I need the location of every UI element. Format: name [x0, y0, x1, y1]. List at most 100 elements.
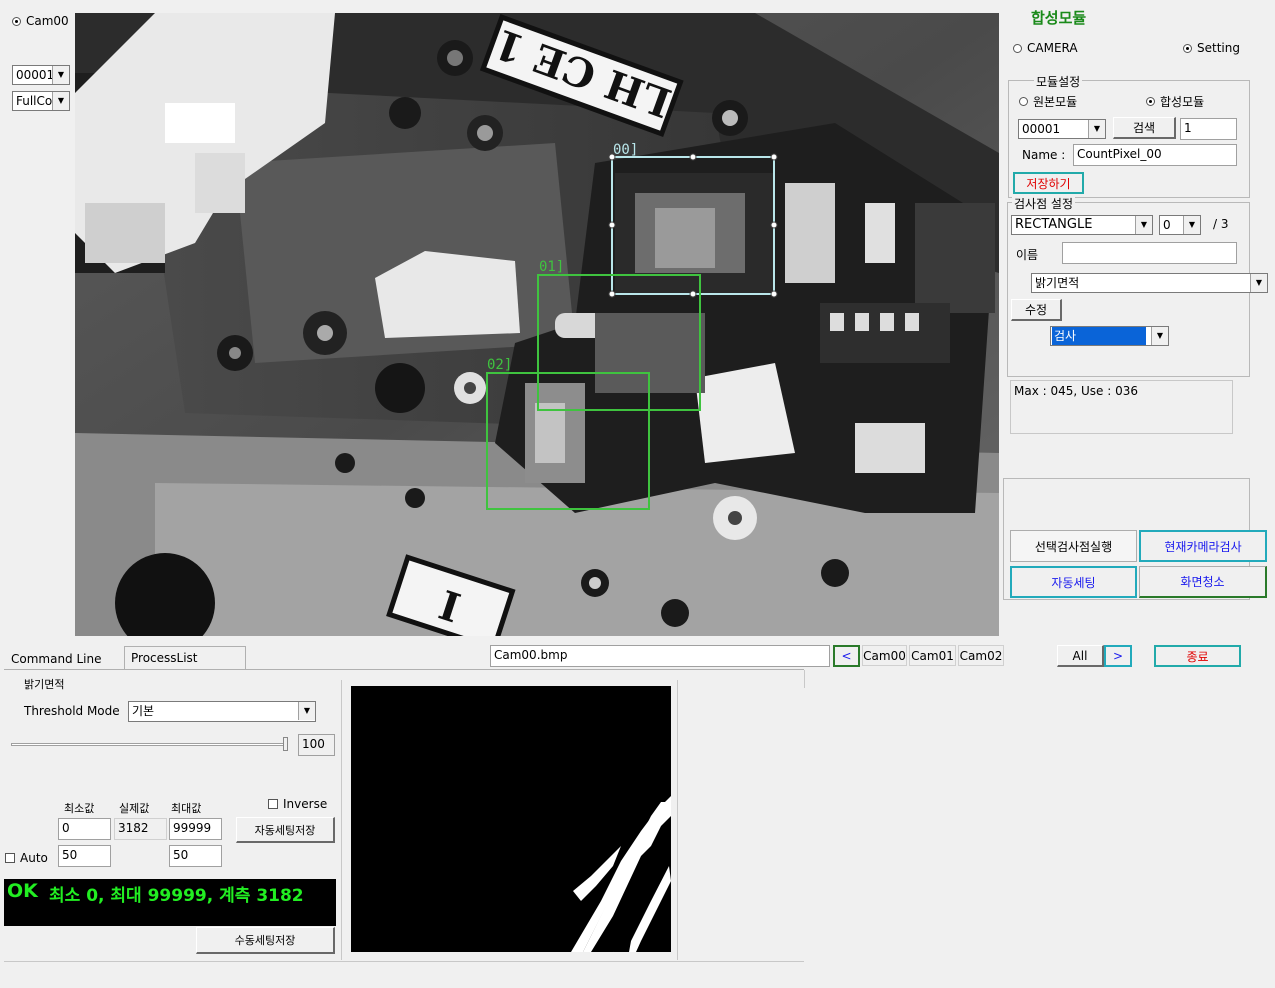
panel-divider — [677, 680, 678, 960]
min-label: 최소값 — [64, 802, 95, 815]
cam02-button[interactable]: Cam02 — [958, 645, 1004, 666]
composite-module-label: 합성모듈 — [1160, 95, 1205, 109]
mode-combo-left[interactable]: FullCo ▼ — [12, 91, 70, 111]
camera-mode-label: CAMERA — [1027, 41, 1078, 55]
original-module-radio[interactable]: 원본모듈 — [1019, 93, 1077, 110]
all-button[interactable]: All — [1057, 645, 1104, 667]
cam00-radio-label: Cam00 — [26, 14, 69, 28]
save-button[interactable]: 저장하기 — [1013, 172, 1084, 194]
inverse-checkbox[interactable]: Inverse — [268, 797, 327, 811]
file-name-field[interactable]: Cam00.bmp — [490, 645, 830, 667]
point-combo-value: 0 — [1163, 218, 1171, 232]
threshold-value-field[interactable]: 100 — [298, 734, 335, 756]
threshold-mode-label: Threshold Mode — [24, 704, 120, 718]
result-text: 최소 0, 최대 99999, 계측 3182 — [49, 886, 304, 906]
actual-value-field: 3182 — [114, 818, 167, 840]
max-label: 최대값 — [171, 802, 202, 815]
tab-process-list[interactable]: ProcessList — [124, 646, 246, 670]
camera-image: LH CE 1 I 00] 01] 02] — [75, 13, 999, 636]
module-index-value: 00001 — [1022, 122, 1061, 136]
binary-preview-image — [571, 796, 671, 952]
radio-dot — [1013, 43, 1022, 53]
setting-mode-radio[interactable]: Setting — [1183, 41, 1240, 55]
process-section-label: 밝기면적 — [24, 678, 65, 691]
run-current-camera-button[interactable]: 현재카메라검사 — [1139, 530, 1267, 562]
roi-label-01: 01] — [539, 259, 564, 275]
checkbox-box — [5, 853, 15, 863]
chevron-down-icon[interactable]: ▼ — [298, 702, 315, 720]
max-value-field[interactable]: 99999 — [169, 818, 222, 840]
lower-max-field[interactable]: 50 — [169, 845, 222, 867]
panel-title: 합성모듈 — [1031, 9, 1087, 27]
status-divider — [4, 961, 804, 962]
auto-label: Auto — [20, 851, 48, 865]
camera-mode-radio[interactable]: CAMERA — [1013, 41, 1078, 55]
algorithm-combo[interactable]: 밝기면적 ▼ — [1031, 273, 1268, 293]
prev-image-button[interactable]: < — [833, 645, 860, 667]
next-image-button[interactable]: > — [1104, 645, 1132, 667]
chevron-down-icon[interactable]: ▼ — [52, 66, 69, 84]
info-box: Max : 045, Use : 036 — [1010, 380, 1233, 434]
clear-screen-button[interactable]: 화면청소 — [1139, 566, 1267, 598]
threshold-mode-combo[interactable]: 기본 ▼ — [128, 701, 316, 722]
auto-setting-save-button[interactable]: 자동세팅저장 — [236, 817, 335, 843]
cam01-button[interactable]: Cam01 — [909, 645, 956, 666]
inspect-mode-combo[interactable]: 검사 ▼ — [1050, 326, 1169, 346]
threshold-slider-thumb[interactable] — [283, 737, 288, 751]
composite-module-radio[interactable]: 합성모듈 — [1146, 93, 1204, 110]
shape-combo-value: RECTANGLE — [1015, 217, 1093, 232]
panel-divider — [341, 680, 342, 960]
point-total: / 3 — [1213, 217, 1229, 231]
threshold-mode-value: 기본 — [132, 704, 155, 718]
auto-checkbox[interactable]: Auto — [5, 851, 48, 865]
run-selected-button[interactable]: 선택검사점실행 — [1010, 530, 1137, 562]
cam00-radio[interactable]: Cam00 — [12, 14, 69, 28]
inspect-mode-value: 검사 — [1052, 327, 1146, 345]
tab-command-line[interactable]: Command Line — [4, 648, 124, 670]
module-settings-legend: 모듈설정 — [1034, 73, 1083, 90]
result-ok: OK — [7, 880, 38, 902]
inspection-point-legend: 검사점 설정 — [1012, 195, 1076, 212]
radio-dot — [1146, 97, 1155, 106]
binary-preview — [351, 686, 671, 952]
status-divider — [804, 670, 805, 688]
camera-view[interactable]: LH CE 1 I 00] 01] 02] — [75, 13, 999, 636]
lower-min-field[interactable]: 50 — [58, 845, 111, 867]
edit-button[interactable]: 수정 — [1011, 299, 1062, 321]
chevron-down-icon[interactable]: ▼ — [1250, 274, 1267, 292]
radio-dot — [1183, 43, 1192, 53]
chevron-down-icon[interactable]: ▼ — [1088, 120, 1105, 138]
chevron-down-icon[interactable]: ▼ — [1183, 216, 1200, 234]
point-name-field[interactable] — [1062, 242, 1237, 264]
radio-dot — [1019, 97, 1028, 106]
actual-label: 실제값 — [119, 802, 150, 815]
search-button[interactable]: 검색 — [1113, 117, 1176, 139]
exit-button[interactable]: 종료 — [1154, 645, 1241, 667]
result-panel: OK 최소 0, 최대 99999, 계측 3182 — [4, 879, 336, 926]
count-field[interactable]: 1 — [1180, 118, 1237, 140]
radio-dot — [12, 16, 21, 26]
roi-label-02: 02] — [487, 357, 512, 373]
chevron-down-icon[interactable]: ▼ — [52, 92, 69, 110]
index-combo-value: 00001 — [16, 68, 55, 82]
index-combo[interactable]: 00001 ▼ — [12, 65, 70, 85]
checkbox-box — [268, 799, 278, 809]
chevron-down-icon[interactable]: ▼ — [1151, 327, 1168, 345]
shape-combo[interactable]: RECTANGLE ▼ — [1011, 215, 1153, 235]
original-module-label: 원본모듈 — [1033, 95, 1078, 109]
threshold-slider-track[interactable] — [11, 743, 285, 746]
chevron-down-icon[interactable]: ▼ — [1135, 216, 1152, 234]
tab-divider — [4, 669, 804, 670]
name-field[interactable]: CountPixel_00 — [1073, 144, 1237, 166]
inverse-label: Inverse — [283, 797, 328, 811]
cam00-button[interactable]: Cam00 — [862, 645, 907, 666]
point-combo[interactable]: 0 ▼ — [1159, 215, 1201, 235]
setting-mode-label: Setting — [1197, 41, 1240, 55]
mode-combo-left-value: FullCo — [16, 94, 53, 108]
algorithm-combo-value: 밝기면적 — [1035, 276, 1080, 290]
point-name-label: 이름 — [1016, 248, 1039, 262]
module-index-combo[interactable]: 00001 ▼ — [1018, 119, 1106, 139]
manual-setting-save-button[interactable]: 수동세팅저장 — [196, 927, 335, 954]
min-value-field[interactable]: 0 — [58, 818, 111, 840]
auto-setting-button[interactable]: 자동세팅 — [1010, 566, 1137, 598]
